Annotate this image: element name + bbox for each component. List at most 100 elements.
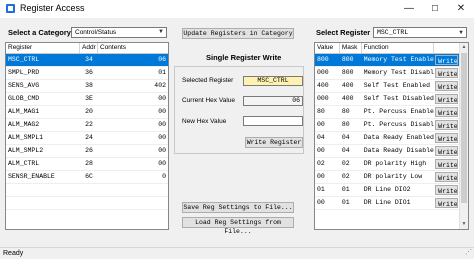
function-mask: 01 — [341, 199, 350, 206]
write-button[interactable]: Write — [435, 107, 459, 117]
write-button[interactable]: Write — [435, 172, 459, 182]
window-title: Register Access — [20, 3, 85, 13]
function-row[interactable]: 000 400 Self Test Disabled Write — [315, 93, 459, 106]
select-register-label: Select Register — [316, 28, 371, 37]
register-addr — [80, 197, 98, 209]
register-row[interactable] — [6, 184, 168, 197]
load-settings-button[interactable]: Load Reg Settings from File... — [182, 217, 294, 235]
scroll-down-icon[interactable]: ▼ — [460, 220, 468, 229]
write-cell: Write — [434, 67, 459, 79]
col-addr: Addr — [80, 43, 98, 53]
register-contents: 00 — [158, 108, 166, 115]
register-name: GLOB_CMD — [8, 95, 40, 102]
register-contents: 00 — [158, 134, 166, 141]
resize-grip-icon[interactable]: ⋰ — [465, 247, 472, 258]
function-mask: 02 — [341, 160, 350, 167]
register-row[interactable]: MSC_CTRL 34 06 — [6, 54, 168, 67]
function-mask: 80 — [341, 121, 350, 128]
register-row[interactable]: GLOB_CMD 3E 00 — [6, 93, 168, 106]
function-name: Pt. Percuss Enabled — [363, 108, 435, 115]
function-name: DR polarity High — [363, 160, 427, 167]
write-button[interactable]: Write — [435, 146, 459, 156]
maximize-button[interactable]: ☐ — [422, 0, 448, 18]
function-name: Memory Test Disabled — [363, 69, 435, 76]
function-row[interactable]: 00 02 DR polarity Low Write — [315, 171, 459, 184]
write-button[interactable]: Write — [435, 120, 459, 130]
register-row[interactable]: SMPL_PRD 36 01 — [6, 67, 168, 80]
register-addr: 22 — [85, 121, 93, 128]
function-value: 00 — [317, 173, 325, 180]
scroll-thumb[interactable] — [461, 53, 467, 203]
function-name: Pt. Percuss Disabled — [363, 121, 435, 128]
write-button[interactable]: Write — [435, 198, 459, 208]
function-row[interactable]: 04 04 Data Ready Enabled Write — [315, 132, 459, 145]
register-row[interactable]: ALM_MAG2 22 00 — [6, 119, 168, 132]
function-table-scrollbar[interactable]: ▲ ▼ — [459, 43, 468, 229]
function-value: 00 — [317, 199, 325, 206]
col-write — [434, 43, 459, 53]
register-table: Register Addr Contents MSC_CTRL 34 06 SMPL_… — [5, 42, 169, 230]
register-addr: 36 — [85, 69, 93, 76]
function-row[interactable]: 800 800 Memory Test Enabled Write — [315, 54, 460, 67]
register-name: SMPL_PRD — [8, 69, 40, 76]
register-addr: 3E — [85, 95, 93, 102]
register-addr: 26 — [85, 147, 93, 154]
write-button[interactable]: Write — [435, 159, 459, 169]
write-button[interactable]: Write — [435, 94, 459, 104]
save-settings-button[interactable]: Save Reg Settings to File... — [182, 202, 294, 213]
register-name: SENSR_ENABLE — [8, 173, 55, 180]
register-contents — [98, 184, 168, 196]
function-row[interactable]: 02 02 DR polarity High Write — [315, 158, 459, 171]
function-value: 80 — [317, 108, 325, 115]
function-row[interactable]: 00 04 Data Ready Disabled Write — [315, 145, 459, 158]
col-function: Function — [362, 43, 435, 53]
function-mask: 800 — [341, 69, 354, 76]
write-cell: Write — [434, 119, 459, 131]
single-write-group: Selected Register MSC_CTRL Current Hex V… — [174, 66, 304, 154]
single-write-title: Single Register Write — [206, 53, 282, 62]
register-select[interactable]: MSC_CTRL ▼ — [373, 27, 467, 38]
function-name: DR Line DIO1 — [363, 199, 411, 206]
write-button[interactable]: Write — [435, 185, 459, 195]
scroll-up-icon[interactable]: ▲ — [460, 43, 468, 52]
app-icon — [6, 4, 15, 13]
category-select[interactable]: Control/Status ▼ — [71, 27, 167, 38]
register-row[interactable]: SENS_AVG 38 402 — [6, 80, 168, 93]
function-value: 000 — [317, 95, 329, 102]
category-select-value: Control/Status — [75, 29, 117, 36]
write-button[interactable]: Write — [435, 133, 459, 143]
function-row[interactable]: 01 01 DR Line DIO2 Write — [315, 184, 459, 197]
register-row[interactable]: ALM_SMPL2 26 00 — [6, 145, 168, 158]
register-row[interactable]: SENSR_ENABLE 6C 0 — [6, 171, 168, 184]
register-row[interactable]: ALM_MAG1 20 00 — [6, 106, 168, 119]
function-value: 800 — [315, 54, 340, 66]
register-name: ALM_CTRL — [8, 160, 40, 167]
write-button[interactable]: Write — [435, 55, 459, 65]
write-button[interactable]: Write — [435, 81, 459, 91]
function-name: Data Ready Enabled — [363, 134, 434, 141]
function-table: Value Mask Function 800 800 Memory Test En… — [314, 42, 469, 230]
register-addr: 24 — [85, 134, 93, 141]
function-mask: 01 — [341, 186, 350, 193]
write-cell: Write — [434, 132, 459, 144]
function-row[interactable]: 00 01 DR Line DIO1 Write — [315, 197, 459, 210]
register-row[interactable]: ALM_SMPL1 24 00 — [6, 132, 168, 145]
new-hex-input[interactable] — [243, 116, 303, 126]
function-row[interactable]: 80 80 Pt. Percuss Enabled Write — [315, 106, 459, 119]
write-register-button[interactable]: Write Register — [245, 137, 303, 148]
register-contents: 01 — [158, 69, 166, 76]
close-button[interactable]: ✕ — [448, 0, 474, 18]
function-row[interactable]: 00 80 Pt. Percuss Disabled Write — [315, 119, 459, 132]
col-contents: Contents — [100, 44, 127, 51]
register-name — [6, 197, 80, 209]
function-value: 000 — [317, 69, 329, 76]
register-row[interactable]: ALM_CTRL 28 00 — [6, 158, 168, 171]
minimize-button[interactable]: — — [396, 0, 422, 18]
write-button[interactable]: Write — [435, 68, 459, 78]
register-row[interactable] — [6, 197, 168, 210]
update-registers-button[interactable]: Update Registers in Category — [182, 28, 294, 39]
register-contents: 00 — [158, 95, 166, 102]
function-row[interactable]: 000 800 Memory Test Disabled Write — [315, 67, 459, 80]
current-hex-field: 06 — [243, 96, 303, 106]
function-row[interactable]: 400 400 Self Test Enabled Write — [315, 80, 459, 93]
